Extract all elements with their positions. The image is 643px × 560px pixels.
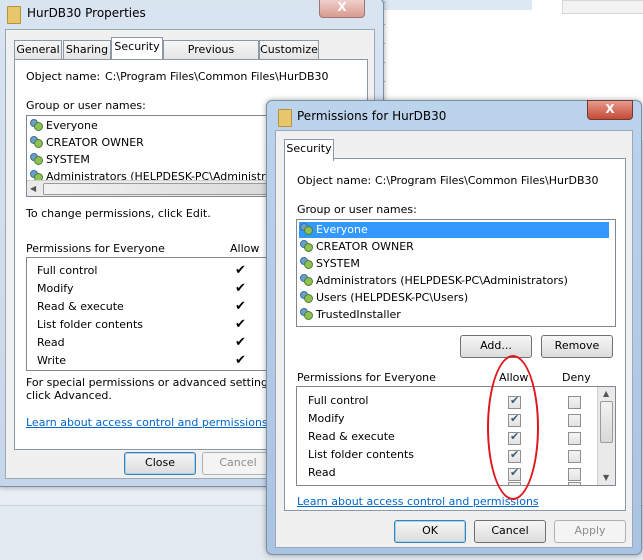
object-name-value: C:\Program Files\Common Files\HurDB30 bbox=[105, 70, 329, 83]
list-item[interactable]: CREATOR OWNER bbox=[299, 239, 414, 255]
check-icon: ✔ bbox=[235, 335, 246, 350]
list-item[interactable]: Everyone bbox=[299, 222, 609, 238]
permission-name: Read bbox=[308, 466, 336, 479]
check-icon: ✔ bbox=[235, 281, 246, 296]
scroll-left-icon[interactable]: ◀ bbox=[30, 184, 36, 193]
check-icon: ✔ bbox=[235, 353, 246, 368]
vertical-scrollbar[interactable]: ▲ ▼ bbox=[597, 387, 615, 485]
permission-name: Full control bbox=[37, 264, 98, 277]
users-icon bbox=[29, 119, 43, 131]
apply-button[interactable]: Apply bbox=[554, 520, 626, 543]
cancel-button[interactable]: Cancel bbox=[474, 520, 546, 543]
tab-customize[interactable]: Customize bbox=[259, 40, 319, 59]
properties-title: HurDB30 Properties bbox=[27, 6, 146, 20]
tab-sharing[interactable]: Sharing bbox=[63, 40, 111, 59]
perm-header: Permissions for Everyone bbox=[26, 242, 165, 255]
users-icon bbox=[29, 153, 43, 165]
permissions-titlebar[interactable]: Permissions for HurDB30 X bbox=[267, 100, 641, 131]
check-icon: ✔ bbox=[235, 299, 246, 314]
group-label: Group or user names: bbox=[297, 203, 417, 216]
object-name-label: Object name: bbox=[26, 70, 101, 83]
permissions-close-button[interactable]: X bbox=[587, 100, 633, 120]
permission-name: Write bbox=[37, 354, 67, 367]
perm-permission-list: Full control Modify Read & execute List … bbox=[296, 386, 616, 486]
special-permissions-text-2: click Advanced. bbox=[26, 389, 112, 402]
users-icon bbox=[299, 223, 313, 235]
permission-name: List folder contents bbox=[37, 318, 143, 331]
learn-link[interactable]: Learn about access control and permissio… bbox=[26, 416, 268, 429]
users-icon bbox=[29, 136, 43, 148]
list-item[interactable]: SYSTEM bbox=[299, 256, 360, 272]
deny-checkbox[interactable] bbox=[568, 396, 581, 409]
change-permissions-text: To change permissions, click Edit. bbox=[26, 207, 211, 220]
check-icon: ✔ bbox=[235, 317, 246, 332]
permissions-tab-panel: Object name: C:\Program Files\Common Fil… bbox=[284, 158, 626, 511]
perm-user-list[interactable]: Everyone CREATOR OWNER SYSTEM Administra… bbox=[296, 219, 616, 327]
list-item[interactable]: CREATOR OWNER bbox=[29, 135, 144, 151]
allow-header: Allow bbox=[230, 242, 260, 255]
deny-checkbox[interactable] bbox=[568, 414, 581, 427]
list-item[interactable]: Administrators (HELPDESK-PC\Administrato… bbox=[299, 273, 568, 289]
permission-name: Read bbox=[37, 336, 65, 349]
properties-titlebar[interactable]: HurDB30 Properties X bbox=[0, 0, 383, 29]
list-item[interactable]: Everyone bbox=[29, 118, 98, 134]
background-header-box bbox=[562, 0, 643, 14]
users-icon bbox=[299, 291, 313, 303]
deny-checkbox-partial bbox=[568, 482, 581, 485]
background-highlight bbox=[382, 0, 532, 10]
list-item[interactable]: TrustedInstaller bbox=[299, 307, 401, 323]
users-icon bbox=[299, 240, 313, 252]
scroll-thumb[interactable] bbox=[600, 401, 613, 443]
object-name-label: Object name: bbox=[297, 174, 372, 187]
perm-header: Permissions for Everyone bbox=[297, 371, 436, 384]
permission-name: Full control bbox=[308, 394, 369, 407]
tab-security[interactable]: Security bbox=[111, 37, 163, 59]
list-item[interactable]: SYSTEM bbox=[29, 152, 90, 168]
deny-checkbox[interactable] bbox=[568, 468, 581, 481]
remove-button[interactable]: Remove bbox=[541, 335, 613, 358]
cancel-button[interactable]: Cancel bbox=[202, 452, 274, 475]
deny-checkbox[interactable] bbox=[568, 432, 581, 445]
permissions-client: Security Object name: C:\Program Files\C… bbox=[275, 130, 633, 548]
scroll-thumb[interactable] bbox=[43, 183, 285, 195]
permission-name: Read & execute bbox=[308, 430, 395, 443]
tab-previous-versions[interactable]: Previous Versions bbox=[163, 40, 259, 73]
object-name-value: C:\Program Files\Common Files\HurDB30 bbox=[375, 174, 599, 187]
add-button[interactable]: Add... bbox=[460, 335, 532, 358]
folder-icon bbox=[278, 109, 292, 127]
users-icon bbox=[299, 274, 313, 286]
learn-link[interactable]: Learn about access control and permissio… bbox=[297, 495, 539, 508]
deny-checkbox[interactable] bbox=[568, 450, 581, 463]
permissions-title: Permissions for HurDB30 bbox=[297, 109, 447, 123]
red-annotation-ellipse bbox=[487, 355, 539, 500]
tab-security[interactable]: Security bbox=[284, 139, 334, 161]
permission-name: Modify bbox=[37, 282, 74, 295]
close-button[interactable]: Close bbox=[124, 452, 196, 475]
scroll-down-icon[interactable]: ▼ bbox=[603, 473, 609, 482]
list-item[interactable]: Users (HELPDESK-PC\Users) bbox=[299, 290, 468, 306]
folder-icon bbox=[7, 6, 21, 24]
deny-header: Deny bbox=[562, 371, 591, 384]
tab-general[interactable]: General bbox=[14, 40, 62, 59]
special-permissions-text: For special permissions or advanced sett… bbox=[26, 376, 278, 389]
permissions-window: Permissions for HurDB30 X Security Objec… bbox=[266, 100, 642, 555]
scroll-up-icon[interactable]: ▲ bbox=[603, 389, 609, 398]
check-icon: ✔ bbox=[235, 263, 246, 278]
group-label: Group or user names: bbox=[26, 99, 146, 112]
ok-button[interactable]: OK bbox=[394, 520, 466, 543]
users-icon bbox=[299, 308, 313, 320]
permission-name: List folder contents bbox=[308, 448, 414, 461]
properties-close-button[interactable]: X bbox=[319, 0, 365, 18]
permission-name: Modify bbox=[308, 412, 345, 425]
permission-name: Read & execute bbox=[37, 300, 124, 313]
users-icon bbox=[299, 257, 313, 269]
